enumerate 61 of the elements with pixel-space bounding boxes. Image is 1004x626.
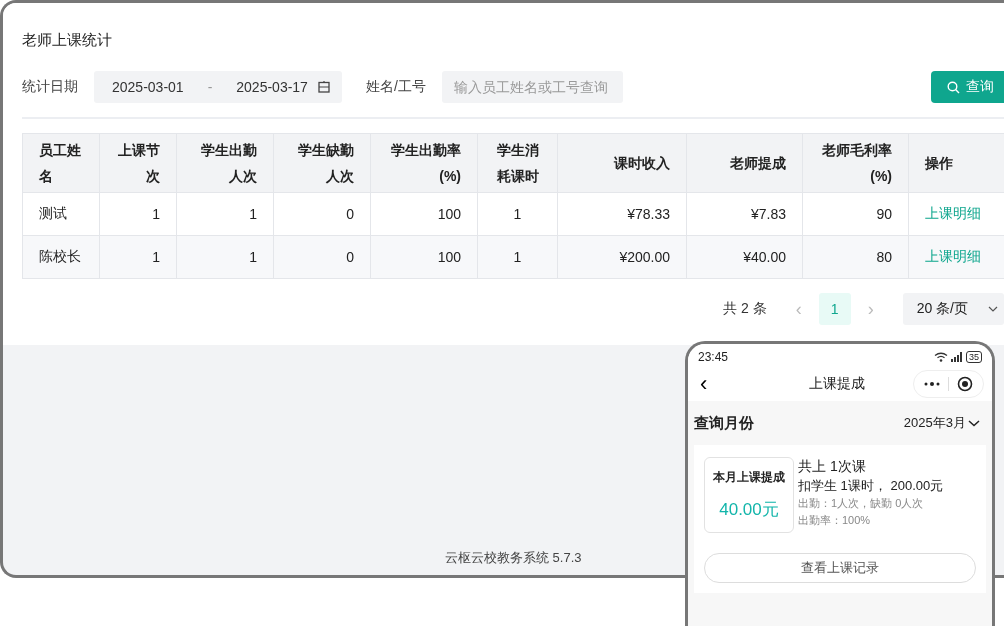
table-cell: 1 <box>99 192 177 236</box>
date-range-field[interactable]: 2025-03-01 - 2025-03-17 <box>94 71 342 103</box>
table-cell: 1 <box>477 192 558 236</box>
signal-icon <box>951 352 963 362</box>
table-cell: 1 <box>176 235 274 279</box>
column-header: 学生出勤人次 <box>176 133 274 193</box>
table-cell: ¥40.00 <box>686 235 803 279</box>
attendance-line: 出勤率：100% <box>798 513 872 528</box>
table-cell: 100 <box>370 192 478 236</box>
summary-line: 扣学生 1课时， 200.00元 <box>798 477 944 495</box>
month-label: 查询月份 <box>694 413 754 433</box>
table-cell: 90 <box>802 192 909 236</box>
next-page-button[interactable]: › <box>854 297 887 321</box>
wifi-icon <box>934 352 948 362</box>
column-header: 操作 <box>908 133 1004 193</box>
attendance-line: 出勤：1人次，缺勤 0人次 <box>798 496 925 511</box>
column-header: 老师毛利率(%) <box>802 133 909 193</box>
column-header: 学生消耗课时 <box>477 133 558 193</box>
table-cell: ¥7.83 <box>686 192 803 236</box>
query-button[interactable]: 查询 <box>931 71 1004 103</box>
status-time: 23:45 <box>698 350 729 364</box>
table-cell: 1 <box>176 192 274 236</box>
back-button[interactable]: ‹ <box>696 371 712 397</box>
column-header: 上课节次 <box>99 133 177 193</box>
summary-line: 共上 1次课 <box>798 457 867 476</box>
table-cell: 100 <box>370 235 478 279</box>
table-cell: 1 <box>99 235 177 279</box>
name-label: 姓名/工号 <box>365 78 426 96</box>
footer-version: 云枢云校教务系统 5.7.3 <box>445 549 582 567</box>
table-cell: 陈校长 <box>22 235 100 279</box>
page-button[interactable]: 1 <box>818 293 851 325</box>
table-cell: ¥78.33 <box>557 192 687 236</box>
prev-page-button[interactable]: ‹ <box>782 297 815 321</box>
capsule-menu[interactable] <box>913 370 984 398</box>
chevron-down-icon <box>968 419 980 427</box>
search-icon <box>947 80 960 94</box>
date-label: 统计日期 <box>22 78 78 96</box>
summary-label: 本月上课提成 <box>713 469 785 486</box>
column-header: 课时收入 <box>557 133 687 193</box>
column-header: 老师提成 <box>686 133 803 193</box>
table-cell: 1 <box>477 235 558 279</box>
page-title: 老师上课统计 <box>22 31 112 50</box>
month-select[interactable]: 2025年3月 <box>897 413 986 433</box>
chevron-down-icon <box>988 306 998 312</box>
table-cell: 测试 <box>22 192 100 236</box>
calendar-icon <box>317 81 330 93</box>
column-header: 员工姓名 <box>22 133 100 193</box>
table-cell: ¥200.00 <box>557 235 687 279</box>
name-search-field[interactable]: 输入员工姓名或工号查询 <box>441 71 623 103</box>
column-header: 学生出勤率(%) <box>370 133 478 193</box>
view-records-button[interactable]: 查看上课记录 <box>704 553 976 583</box>
more-icon[interactable] <box>924 382 940 386</box>
page-size-select[interactable]: 20 条/页 <box>902 293 1004 325</box>
commission-amount: 40.00元 <box>719 499 779 521</box>
screen-title: 上课提成 <box>808 375 867 393</box>
table-cell: 0 <box>273 235 371 279</box>
total-count: 共 2 条 <box>723 300 767 318</box>
table-cell: 80 <box>802 235 909 279</box>
battery-level: 35 <box>966 351 982 363</box>
column-header: 学生缺勤人次 <box>273 133 371 193</box>
table-cell: 0 <box>273 192 371 236</box>
